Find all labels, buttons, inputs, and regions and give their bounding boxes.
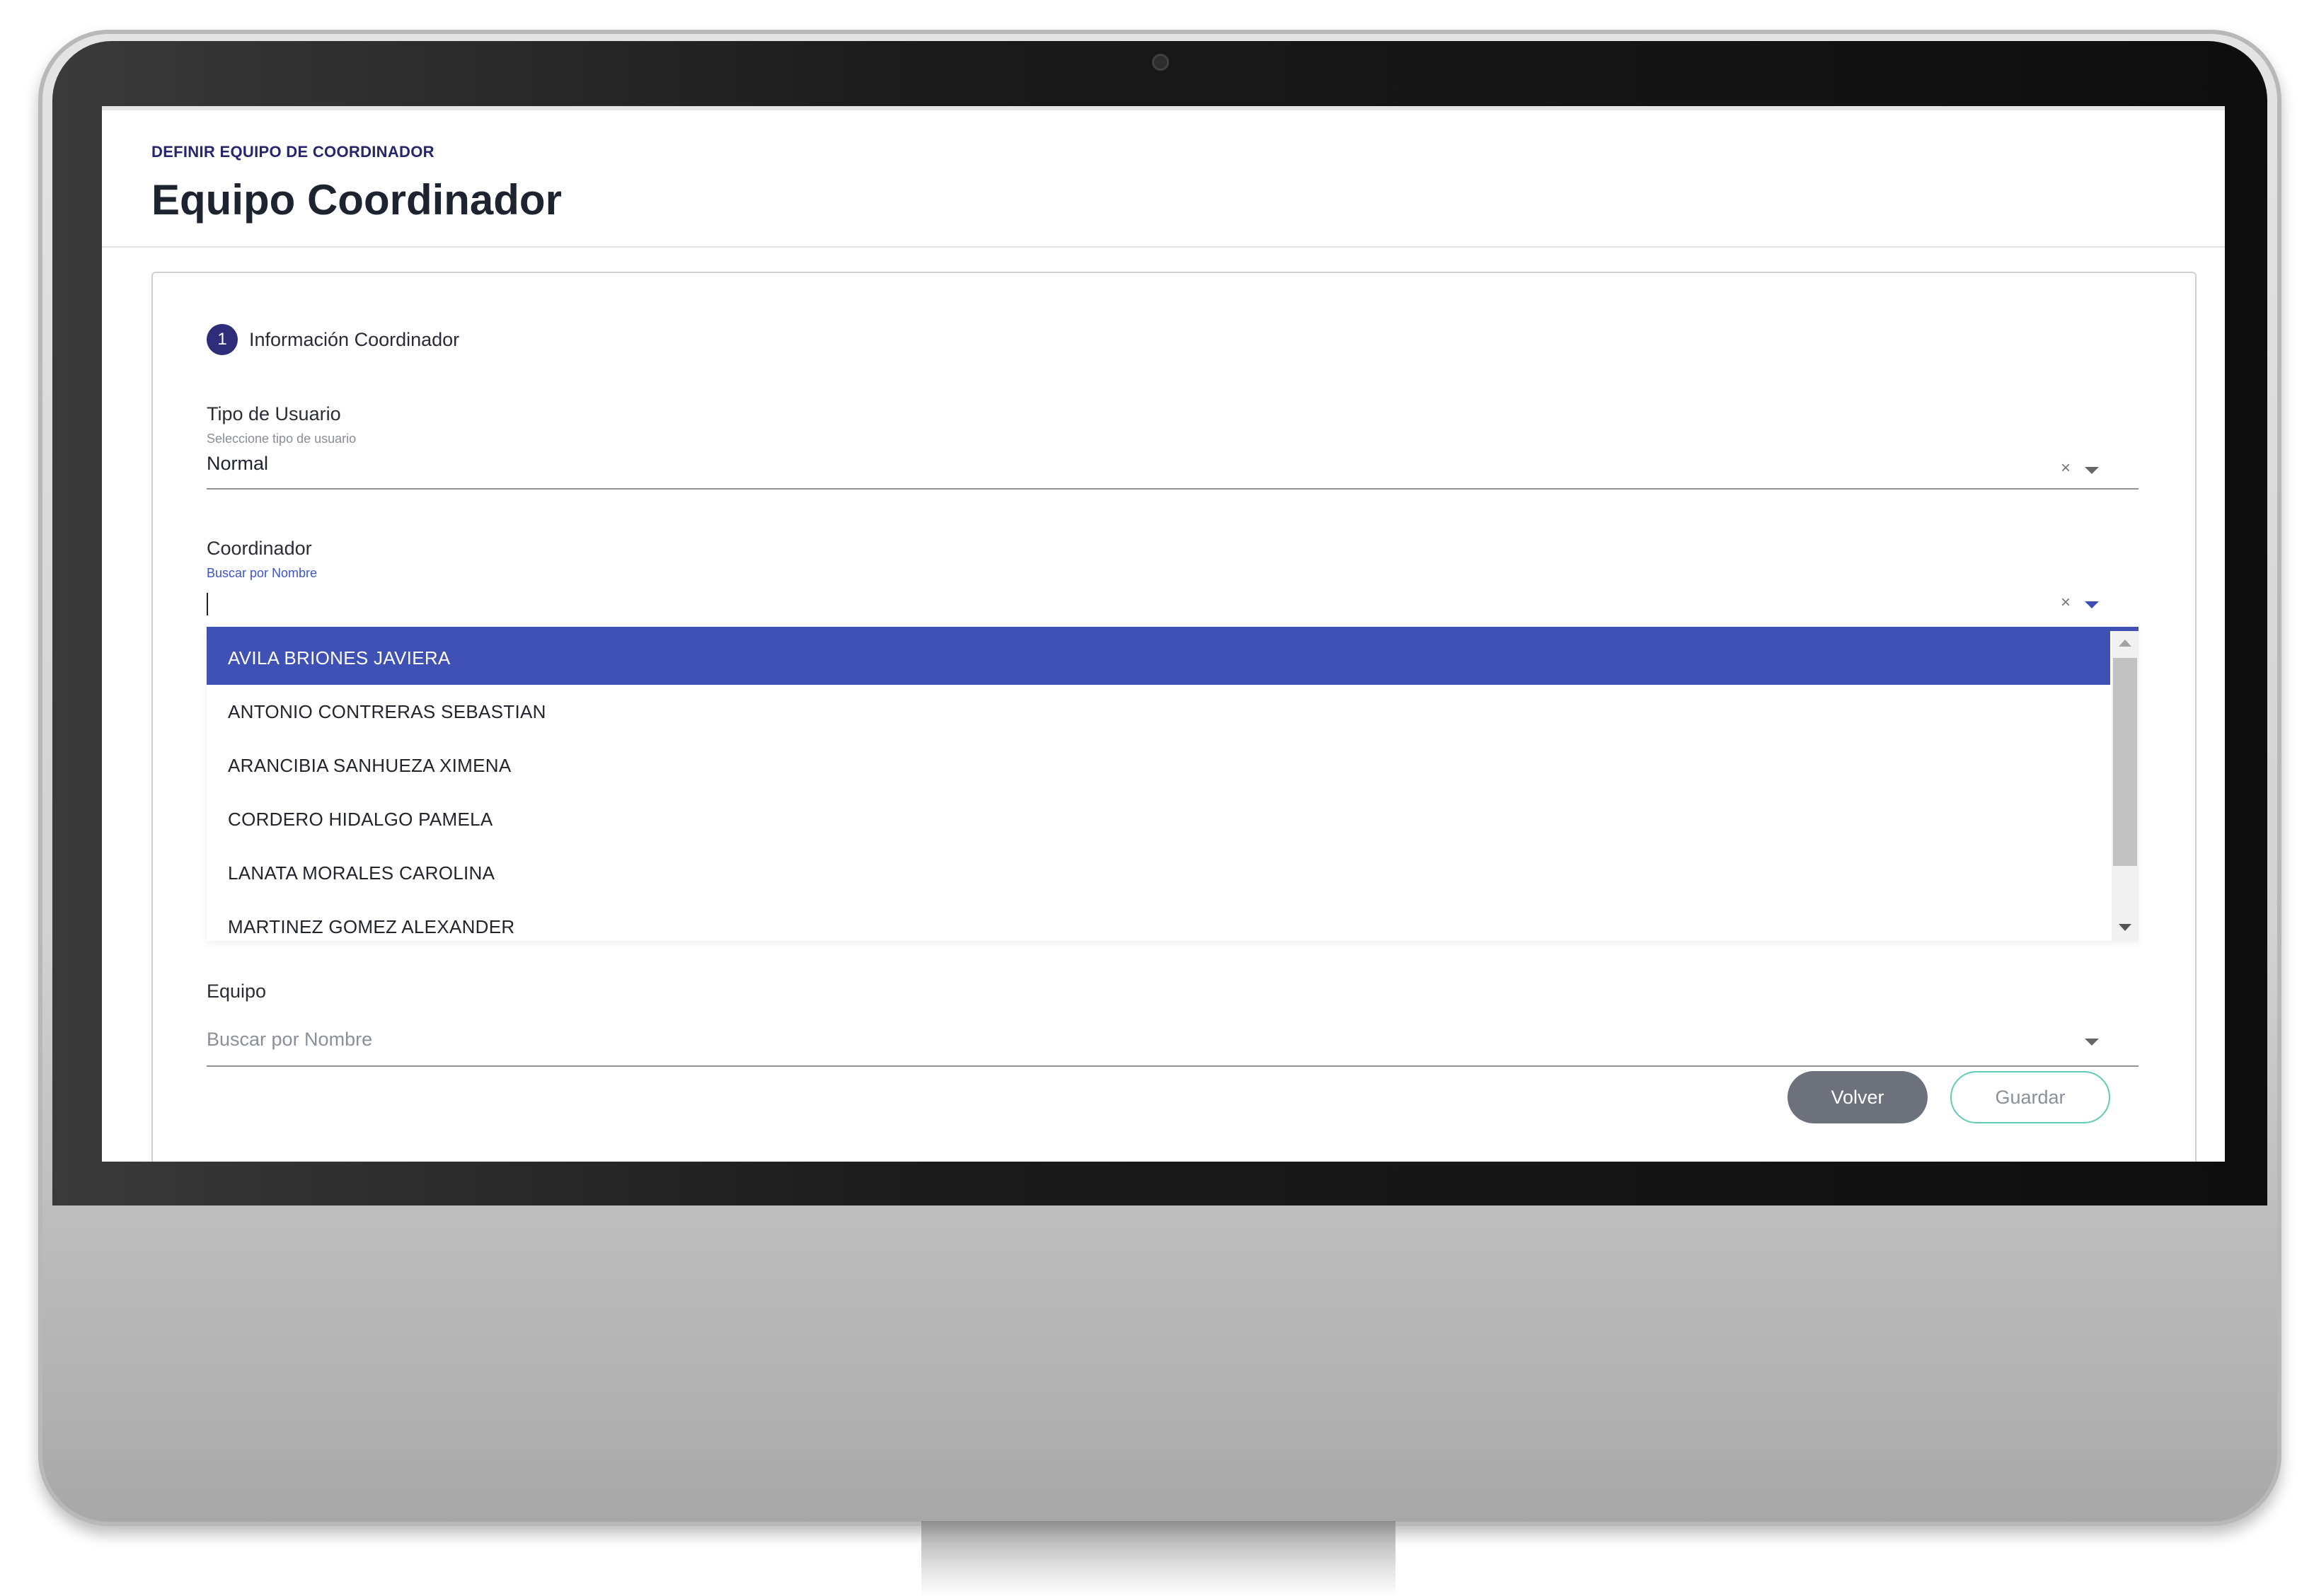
monitor-stand xyxy=(921,1521,1395,1596)
screen: DEFINIR EQUIPO DE COORDINADOR Equipo Coo… xyxy=(102,106,2225,1162)
dropdown-scrollbar[interactable] xyxy=(2112,631,2139,941)
coordinator-chevron-down-icon[interactable] xyxy=(2085,601,2099,608)
scroll-up-arrow-icon[interactable] xyxy=(2119,640,2131,647)
user-type-help: Seleccione tipo de usuario xyxy=(207,432,357,446)
dropdown-option[interactable]: CORDERO HIDALGO PAMELA xyxy=(207,792,2110,846)
dropdown-option[interactable]: MARTINEZ GOMEZ ALEXANDER xyxy=(207,900,2110,941)
step-label: Información Coordinador xyxy=(249,328,460,350)
dropdown-option[interactable]: LANATA MORALES CAROLINA xyxy=(207,846,2110,900)
camera-icon xyxy=(1152,54,1169,71)
step-number-badge: 1 xyxy=(207,324,238,355)
coordinator-label: Coordinador xyxy=(207,538,312,559)
user-type-underline xyxy=(207,488,2139,490)
team-search-input[interactable]: Buscar por Nombre xyxy=(207,1029,372,1051)
coordinator-dropdown: AVILA BRIONES JAVIERA ANTONIO CONTRERAS … xyxy=(207,627,2139,941)
user-type-clear-icon[interactable]: × xyxy=(2061,460,2071,477)
save-button[interactable]: Guardar xyxy=(1950,1071,2110,1123)
dropdown-option[interactable]: ARANCIBIA SANHUEZA XIMENA xyxy=(207,739,2110,792)
team-label: Equipo xyxy=(207,981,267,1002)
user-type-label: Tipo de Usuario xyxy=(207,403,341,424)
dropdown-option[interactable]: AVILA BRIONES JAVIERA xyxy=(207,631,2110,685)
breadcrumb: DEFINIR EQUIPO DE COORDINADOR xyxy=(151,143,434,161)
page-title: Equipo Coordinador xyxy=(151,176,562,224)
coordinator-help: Buscar por Nombre xyxy=(207,566,318,580)
user-type-chevron-down-icon[interactable] xyxy=(2085,467,2099,474)
coordinator-clear-icon[interactable]: × xyxy=(2061,594,2071,611)
scroll-down-arrow-icon[interactable] xyxy=(2119,924,2131,931)
scrollbar-thumb[interactable] xyxy=(2113,658,2137,866)
page-header: DEFINIR EQUIPO DE COORDINADOR Equipo Coo… xyxy=(102,110,2225,248)
back-button[interactable]: Volver xyxy=(1788,1071,1928,1123)
user-type-select[interactable]: Normal xyxy=(207,453,268,475)
coordinator-search-input[interactable] xyxy=(207,593,208,615)
team-underline xyxy=(207,1065,2139,1067)
dropdown-option[interactable]: ANTONIO CONTRERAS SEBASTIAN xyxy=(207,685,2110,739)
form-card: 1 Información Coordinador Tipo de Usuari… xyxy=(151,272,2197,1162)
team-chevron-down-icon[interactable] xyxy=(2085,1039,2099,1046)
step-indicator: 1 Información Coordinador xyxy=(207,324,459,355)
